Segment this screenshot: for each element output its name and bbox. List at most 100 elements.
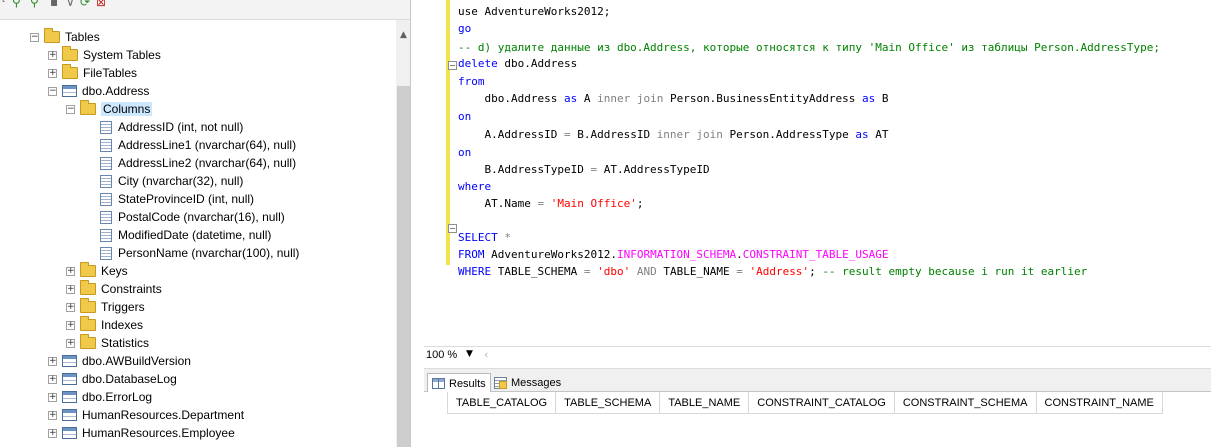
tree-node-column[interactable]: AddressLine1 (nvarchar(64), null) xyxy=(100,136,296,154)
column-icon xyxy=(100,120,112,134)
code-token: inner join xyxy=(597,92,664,105)
expand-icon[interactable]: + xyxy=(48,356,57,366)
code-line[interactable]: AT.Name = 'Main Office'; xyxy=(458,195,643,212)
stop-icon[interactable]: ▪ xyxy=(50,0,58,9)
tree-node-label: Keys xyxy=(101,264,128,278)
tree-node-columns[interactable]: − Columns xyxy=(66,100,153,118)
tree-node-constraints[interactable]: + Constraints xyxy=(66,280,162,298)
table-icon xyxy=(62,355,77,367)
code-line[interactable]: where xyxy=(458,178,491,195)
code-line[interactable]: -- d) удалите данные из dbo.Address, кот… xyxy=(458,39,1160,56)
expand-icon[interactable]: + xyxy=(66,302,75,312)
activity-monitor-icon[interactable]: ⊠ xyxy=(96,0,106,9)
explorer-toolbar: ᵗ ⚲ ⚲ ▪ ⊽ ⟳ ⊠ xyxy=(0,0,410,20)
code-token: * xyxy=(504,231,511,244)
code-token: B xyxy=(875,92,889,105)
code-token: AT xyxy=(868,128,889,141)
tree-node-column[interactable]: StateProvinceID (int, null) xyxy=(100,190,254,208)
expand-icon[interactable]: + xyxy=(48,50,57,60)
code-line[interactable]: go xyxy=(458,20,471,37)
tree-node-tables[interactable]: − Tables xyxy=(30,28,100,46)
collapse-icon[interactable]: − xyxy=(66,104,75,114)
code-token: ; xyxy=(809,265,823,278)
tree-node-label: System Tables xyxy=(83,48,161,62)
expand-icon[interactable]: + xyxy=(66,266,75,276)
tab-messages[interactable]: Messages xyxy=(490,373,565,393)
tree-node-column[interactable]: AddressLine2 (nvarchar(64), null) xyxy=(100,154,296,172)
code-token: = xyxy=(563,128,571,141)
tree-node-column[interactable]: PostalCode (nvarchar(16), null) xyxy=(100,208,285,226)
column-header[interactable]: TABLE_NAME xyxy=(660,392,750,414)
code-line[interactable]: B.AddressTypeID = AT.AddressTypeID xyxy=(458,161,709,178)
tree-node-dbo-awbuildversion[interactable]: + dbo.AWBuildVersion xyxy=(48,352,191,370)
expand-icon[interactable]: + xyxy=(48,374,57,384)
tree-node-indexes[interactable]: + Indexes xyxy=(66,316,143,334)
row-header-corner[interactable] xyxy=(424,392,448,414)
code-line[interactable]: on xyxy=(458,144,471,161)
connect-object-icon[interactable]: ⚲ xyxy=(12,0,21,9)
tree-node-system-tables[interactable]: + System Tables xyxy=(48,46,161,64)
code-line[interactable]: use AdventureWorks2012; xyxy=(458,3,610,20)
tree-node-dbo-address[interactable]: − dbo.Address xyxy=(48,82,149,100)
expand-icon[interactable]: + xyxy=(48,392,57,402)
scroll-left-icon[interactable]: ‹ xyxy=(484,348,488,361)
filter-icon[interactable]: ⊽ xyxy=(66,0,75,9)
expand-icon[interactable]: + xyxy=(48,68,57,78)
tree-node-keys[interactable]: + Keys xyxy=(66,262,128,280)
fold-collapse-icon[interactable]: − xyxy=(448,224,457,233)
expand-icon[interactable]: + xyxy=(66,284,75,294)
expand-icon[interactable]: + xyxy=(48,428,57,438)
collapse-icon[interactable]: − xyxy=(48,86,57,96)
code-line[interactable]: SELECT * xyxy=(458,229,511,246)
expand-icon[interactable]: + xyxy=(66,338,75,348)
tree-node-label: dbo.ErrorLog xyxy=(82,390,153,404)
column-header[interactable]: CONSTRAINT_NAME xyxy=(1037,392,1163,414)
table-icon xyxy=(62,85,77,97)
tree-node-filetables[interactable]: + FileTables xyxy=(48,64,137,82)
tree-node-column[interactable]: City (nvarchar(32), null) xyxy=(100,172,243,190)
tree-node-column[interactable]: PersonName (nvarchar(100), null) xyxy=(100,244,299,262)
column-header[interactable]: CONSTRAINT_SCHEMA xyxy=(895,392,1037,414)
column-header[interactable]: TABLE_CATALOG xyxy=(448,392,557,414)
code-line[interactable]: FROM AdventureWorks2012.INFORMATION_SCHE… xyxy=(458,246,889,263)
code-line[interactable]: delete dbo.Address xyxy=(458,55,577,72)
tab-results[interactable]: Results xyxy=(427,373,491,393)
explorer-scrollbar[interactable]: ▲ xyxy=(396,20,410,447)
column-header[interactable]: CONSTRAINT_CATALOG xyxy=(749,392,895,414)
tree-node-hr-department[interactable]: + HumanResources.Department xyxy=(48,406,244,424)
code-line[interactable]: A.AddressID = B.AddressID inner join Per… xyxy=(458,126,889,143)
expand-icon[interactable]: + xyxy=(48,410,57,420)
tree-node-dbo-errorlog[interactable]: + dbo.ErrorLog xyxy=(48,388,152,406)
tree-node-label: PostalCode (nvarchar(16), null) xyxy=(118,210,285,224)
code-token: -- result empty because i run it earlier xyxy=(822,265,1088,278)
code-line[interactable]: on xyxy=(458,108,471,125)
query-editor[interactable]: − − use AdventureWorks2012; go -- d) удали… xyxy=(424,0,1211,346)
zoom-bar: 100 % ▼ ‹ xyxy=(424,346,1211,364)
scroll-up-icon[interactable]: ▲ xyxy=(396,30,410,44)
folder-icon xyxy=(80,280,96,295)
refresh-icon[interactable]: ⟳ xyxy=(80,0,90,9)
code-token: TABLE_NAME xyxy=(656,265,737,278)
chevron-down-icon[interactable]: ▼ xyxy=(466,349,473,359)
scrollbar-thumb[interactable] xyxy=(397,86,410,447)
tree-node-statistics[interactable]: + Statistics xyxy=(66,334,149,352)
column-icon xyxy=(100,210,112,224)
tree-node-dbo-databaselog[interactable]: + dbo.DatabaseLog xyxy=(48,370,177,388)
code-line[interactable]: WHERE TABLE_SCHEMA = 'dbo' AND TABLE_NAM… xyxy=(458,263,1087,280)
collapse-icon[interactable]: − xyxy=(30,32,39,42)
zoom-level[interactable]: 100 % xyxy=(426,349,457,361)
fold-collapse-icon[interactable]: − xyxy=(448,61,457,70)
tree-node-triggers[interactable]: + Triggers xyxy=(66,298,145,316)
tree-node-hr-employee[interactable]: + HumanResources.Employee xyxy=(48,424,235,442)
column-header[interactable]: TABLE_SCHEMA xyxy=(556,392,661,414)
connect-icon[interactable]: ᵗ xyxy=(2,0,6,9)
code-line[interactable]: dbo.Address as A inner join Person.Busin… xyxy=(458,90,889,107)
tree-node-column[interactable]: AddressID (int, not null) xyxy=(100,118,243,136)
expand-icon[interactable]: + xyxy=(66,320,75,330)
code-token: ; xyxy=(636,197,644,210)
code-token: AND xyxy=(636,265,657,278)
code-line[interactable]: from xyxy=(458,73,485,90)
tree-node-label: AddressLine1 (nvarchar(64), null) xyxy=(118,138,297,152)
tree-node-column[interactable]: ModifiedDate (datetime, null) xyxy=(100,226,271,244)
disconnect-icon[interactable]: ⚲ xyxy=(30,0,39,9)
